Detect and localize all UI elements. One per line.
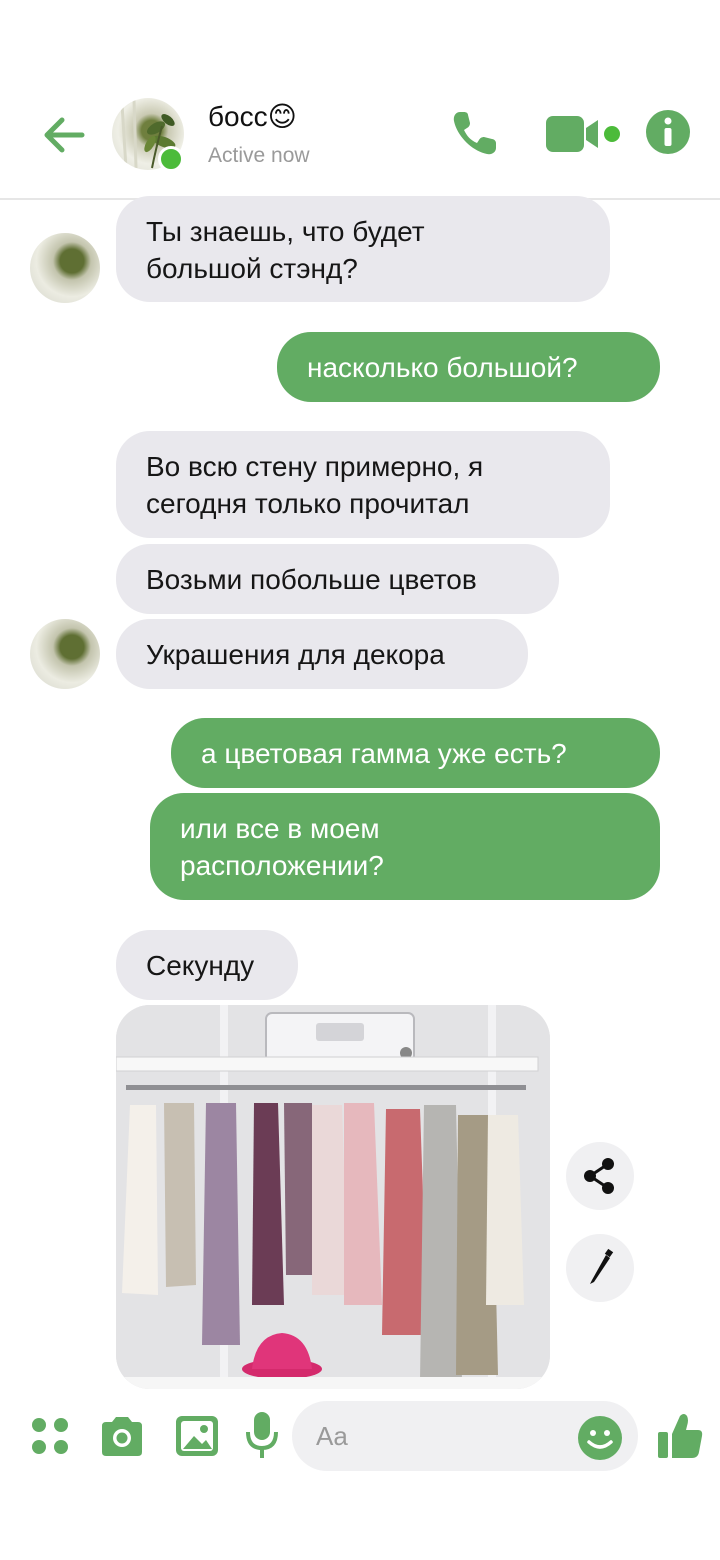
- edit-button[interactable]: [566, 1234, 634, 1302]
- smiley-icon[interactable]: [576, 1414, 624, 1462]
- sender-avatar[interactable]: [30, 233, 100, 303]
- microphone-icon[interactable]: [244, 1410, 280, 1460]
- message-incoming[interactable]: Ты знаешь, что будет большой стэнд?: [116, 196, 610, 302]
- thumbs-up-icon[interactable]: [656, 1410, 704, 1460]
- message-outgoing[interactable]: или все в моем расположении?: [150, 793, 660, 900]
- sender-avatar[interactable]: [30, 619, 100, 689]
- clothing-rack-image: [116, 1005, 550, 1389]
- contact-name[interactable]: босс😊: [208, 100, 297, 133]
- message-incoming[interactable]: Возьми побольше цветов: [116, 544, 559, 614]
- message-incoming[interactable]: Секунду: [116, 930, 298, 1000]
- shared-photo-clothing-rack[interactable]: [116, 1005, 550, 1389]
- pencil-icon: [590, 1248, 614, 1284]
- chat-header: босс😊 Active now: [0, 0, 720, 200]
- share-button[interactable]: [566, 1142, 634, 1210]
- online-indicator: [158, 146, 184, 172]
- four-dots-icon[interactable]: [30, 1416, 70, 1456]
- info-icon[interactable]: [644, 108, 692, 156]
- video-camera-icon[interactable]: [544, 112, 628, 156]
- message-outgoing[interactable]: насколько большой?: [277, 332, 660, 402]
- message-outgoing[interactable]: а цветовая гамма уже есть?: [171, 718, 660, 788]
- contact-status: Active now: [208, 144, 310, 167]
- message-incoming[interactable]: Украшения для декора: [116, 619, 528, 689]
- message-incoming[interactable]: Во всю стену примерно, я сегодня только …: [116, 431, 610, 538]
- share-icon: [584, 1158, 614, 1194]
- camera-icon[interactable]: [98, 1414, 146, 1458]
- phone-icon[interactable]: [446, 106, 502, 162]
- arrow-left-icon[interactable]: [38, 110, 88, 160]
- image-icon[interactable]: [174, 1414, 220, 1458]
